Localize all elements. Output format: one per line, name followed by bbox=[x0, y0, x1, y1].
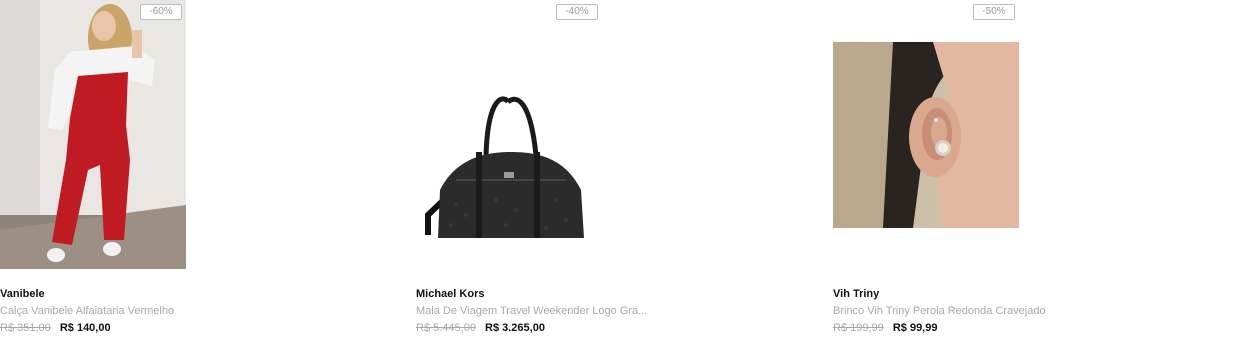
product-image[interactable] bbox=[833, 42, 1019, 228]
new-price: R$ 99,99 bbox=[892, 322, 938, 334]
old-price: R$ 199,99 bbox=[833, 322, 884, 334]
product-card[interactable]: -50% Vih Triny Brinco Vih Triny Perola R… bbox=[833, 0, 1233, 348]
product-prices: R$ 199,99 R$ 99,99 bbox=[833, 321, 1233, 335]
discount-badge: -40% bbox=[556, 4, 598, 20]
product-name[interactable]: Brinco Vih Triny Perola Redonda Cravejad… bbox=[833, 304, 1233, 318]
product-brand[interactable]: Vih Triny bbox=[833, 287, 1233, 301]
product-card[interactable]: -40% Michael Kors Mala De Viagem Travel … bbox=[416, 0, 816, 348]
product-prices: R$ 5.445,00 R$ 3.265,00 bbox=[416, 321, 816, 335]
product-brand[interactable]: Vanibele bbox=[0, 287, 400, 301]
old-price: R$ 5.445,00 bbox=[416, 322, 476, 334]
black-weekender-bag-photo bbox=[416, 40, 602, 250]
new-price: R$ 140,00 bbox=[59, 322, 111, 334]
product-info: Michael Kors Mala De Viagem Travel Weeke… bbox=[416, 287, 816, 335]
product-info: Vih Triny Brinco Vih Triny Perola Redond… bbox=[833, 287, 1233, 335]
product-card[interactable]: -60% Vanibele Calça Vanibele Alfaiataria… bbox=[0, 0, 400, 348]
product-name[interactable]: Mala De Viagem Travel Weekender Logo Gra… bbox=[416, 304, 816, 318]
discount-badge: -50% bbox=[973, 4, 1015, 20]
product-grid: -60% Vanibele Calça Vanibele Alfaiataria… bbox=[0, 0, 1250, 348]
product-image[interactable] bbox=[416, 40, 602, 250]
product-info: Vanibele Calça Vanibele Alfaiataria Verm… bbox=[0, 287, 400, 335]
product-prices: R$ 351,00 R$ 140,00 bbox=[0, 321, 400, 335]
product-image[interactable] bbox=[0, 0, 186, 269]
woman-red-jumpsuit-photo bbox=[0, 0, 186, 269]
pearl-earring-photo bbox=[833, 42, 1019, 228]
old-price: R$ 351,00 bbox=[0, 322, 51, 334]
product-name[interactable]: Calça Vanibele Alfaiataria Vermelho bbox=[0, 304, 400, 318]
new-price: R$ 3.265,00 bbox=[485, 322, 545, 334]
product-brand[interactable]: Michael Kors bbox=[416, 287, 816, 301]
discount-badge: -60% bbox=[140, 4, 182, 20]
